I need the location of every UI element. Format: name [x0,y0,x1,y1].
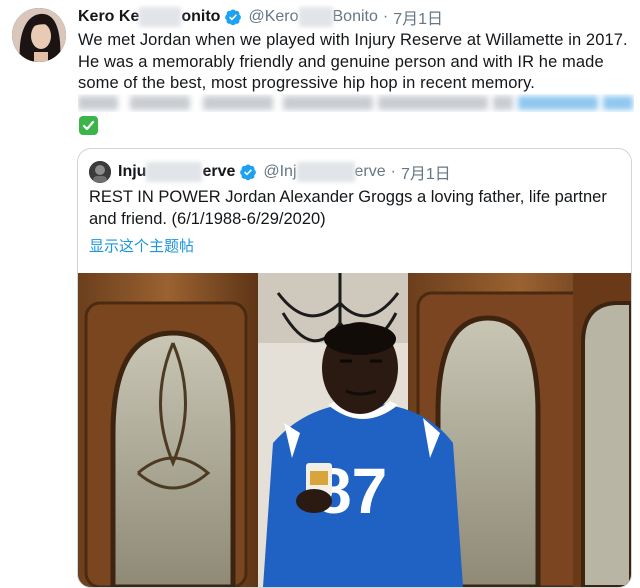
tweet-text: We met Jordan when we played with Injury… [78,31,628,92]
separator-dot: · [390,163,396,180]
author-avatar[interactable] [12,8,66,62]
author-name-end[interactable]: onito [181,8,220,26]
redacted-block [139,7,182,27]
quoted-tweet-photo[interactable]: 87 [78,273,631,587]
quoted-author-handle: @Inj [263,163,297,180]
redacted-block [296,162,355,182]
check-mark-emoji-icon [79,116,98,135]
quoted-tweet-date: 7月1日 [400,166,451,183]
quoted-tweet-text: REST IN POWER Jordan Alexander Groggs a … [89,188,607,228]
quoted-tweet-card[interactable]: Inju erve @Inj erve · 7月1日 REST IN POWER… [77,148,632,588]
quoted-author-name: Inju [118,163,147,180]
redacted-text-line [78,94,634,112]
verified-badge-icon [240,164,257,181]
author-handle[interactable]: @Kero [248,8,298,26]
tweet-header: Kero Ke onito @Kero Bonito · 7月1日 [78,6,443,28]
verified-badge-icon [225,9,242,26]
show-thread-link[interactable]: 显示这个主题帖 [89,235,194,256]
author-handle-end[interactable]: Bonito [333,8,378,26]
redacted-block [298,7,333,27]
quoted-author-name-end: erve [202,163,236,180]
quoted-author-handle-end: erve [354,163,386,180]
author-name[interactable]: Kero Ke [78,8,139,26]
tweet-date[interactable]: 7月1日 [393,5,443,29]
quoted-author-avatar [89,161,111,183]
redacted-block [146,162,203,182]
quoted-tweet-header: Inju erve @Inj erve · 7月1日 [118,161,451,183]
separator-dot: · [382,8,389,25]
